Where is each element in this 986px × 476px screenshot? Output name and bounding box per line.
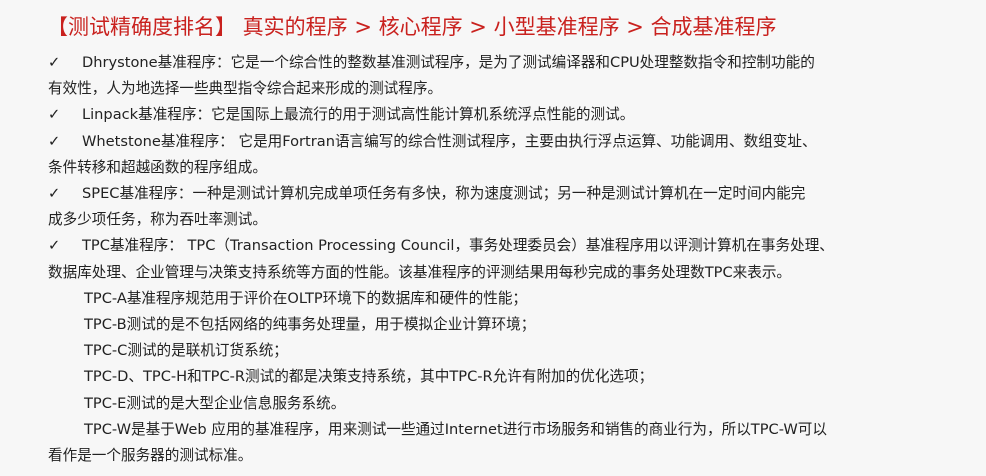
check-icon: ✓ bbox=[48, 237, 61, 255]
item-text: TPC基准程序： TPC（Transaction Processing Coun… bbox=[82, 237, 834, 255]
check-icon: ✓ bbox=[48, 132, 61, 150]
item-text: Dhrystone基准程序：它是一个综合性的整数基准测试程序，是为了测试编译器和… bbox=[82, 54, 815, 71]
item-text: SPEC基准程序：一种是测试计算机完成单项任务有多快，称为速度测试；另一种是测试… bbox=[82, 185, 806, 203]
sub-item-tpc-e: TPC-E测试的是大型企业信息服务系统。 bbox=[84, 394, 346, 412]
item-text-continued: 看作是一个服务器的测试标准。 bbox=[48, 447, 253, 465]
list-item-spec: ✓ SPEC基准程序：一种是测试计算机完成单项任务有多快，称为速度测试；另一种是测… bbox=[48, 181, 928, 233]
item-text-continued: 条件转移和超越函数的程序组成。 bbox=[48, 158, 267, 176]
sub-item-tpc-c: TPC-C测试的是联机订货系统； bbox=[84, 342, 288, 360]
item-text: Linpack基准程序：它是国际上最流行的用于测试高性能计算机系统浮点性能的测试… bbox=[82, 106, 635, 124]
list-item-tpc: ✓ TPC基准程序： TPC（Transaction Processing Cou… bbox=[48, 233, 928, 285]
list-item-linpack: ✓ Linpack基准程序：它是国际上最流行的用于测试高性能计算机系统浮点性能的测… bbox=[48, 102, 928, 128]
sub-item-tpc-d-h-r: TPC-D、TPC-H和TPC-R测试的都是决策支持系统，其中TPC-R允许有附… bbox=[84, 368, 654, 386]
page-title: 【测试精确度排名】 真实的程序 > 核心程序 > 小型基准程序 > 合成基准程序 bbox=[47, 15, 777, 39]
check-icon: ✓ bbox=[48, 54, 61, 71]
item-text: Whetstone基准程序： 它是用Fortran语言编写的综合性测试程序，主要… bbox=[82, 132, 817, 150]
item-text: TPC-W是基于Web 应用的基准程序，用来测试一些通过Internet进行市场… bbox=[84, 420, 827, 438]
sub-item-tpc-b: TPC-B测试的是不包括网络的纯事务处理量，用于模拟企业计算环境； bbox=[84, 316, 536, 334]
benchmark-list: ✓ Dhrystone基准程序：它是一个综合性的整数基准测试程序，是为了测试编译器… bbox=[48, 50, 928, 469]
item-text-continued: 数据库处理、企业管理与决策支持系统等方面的性能。该基准程序的评测结果用每秒完成的… bbox=[48, 263, 792, 281]
check-icon: ✓ bbox=[48, 185, 61, 203]
list-item-dhrystone: ✓ Dhrystone基准程序：它是一个综合性的整数基准测试程序，是为了测试编译器… bbox=[48, 50, 928, 102]
check-icon: ✓ bbox=[48, 106, 61, 124]
item-text-continued: 成多少项任务，称为吞吐率测试。 bbox=[48, 211, 267, 229]
sub-item-tpc-w: TPC-W是基于Web 应用的基准程序，用来测试一些通过Internet进行市场… bbox=[48, 417, 928, 469]
list-item-whetstone: ✓ Whetstone基准程序： 它是用Fortran语言编写的综合性测试程序，主… bbox=[48, 129, 928, 181]
sub-item-tpc-a: TPC-A基准程序规范用于评价在OLTP环境下的数据库和硬件的性能； bbox=[84, 289, 528, 307]
item-text-continued: 有效性，人为地选择一些典型指令综合起来形成的测试程序。 bbox=[48, 80, 443, 98]
